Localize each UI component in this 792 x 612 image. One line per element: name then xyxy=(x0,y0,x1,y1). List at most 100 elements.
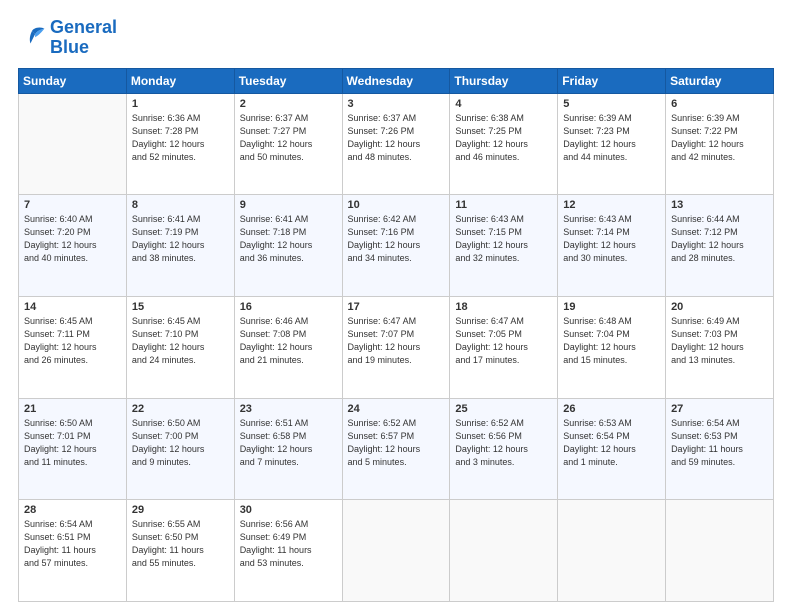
day-number: 15 xyxy=(132,301,230,313)
calendar-cell: 18 Sunrise: 6:47 AM Sunset: 7:05 PM Dayli… xyxy=(450,296,558,398)
day-number: 17 xyxy=(348,301,446,313)
day-number: 11 xyxy=(455,199,553,211)
day-number: 2 xyxy=(240,98,338,110)
day-info: Sunrise: 6:56 AM Sunset: 6:49 PM Dayligh… xyxy=(240,518,338,570)
day-number: 23 xyxy=(240,403,338,415)
calendar-cell: 4Sunrise: 6:38 AM Sunset: 7:25 PM Daylig… xyxy=(450,93,558,195)
day-number: 9 xyxy=(240,199,338,211)
weekday-header-sunday: Sunday xyxy=(19,68,127,93)
calendar-cell: 26 Sunrise: 6:53 AM Sunset: 6:54 PM Dayli… xyxy=(558,398,666,500)
day-number: 26 xyxy=(563,403,661,415)
day-number: 18 xyxy=(455,301,553,313)
calendar-cell: 9 Sunrise: 6:41 AM Sunset: 7:18 PM Daylig… xyxy=(234,195,342,297)
calendar-cell: 16 Sunrise: 6:46 AM Sunset: 7:08 PM Dayli… xyxy=(234,296,342,398)
calendar-table: SundayMondayTuesdayWednesdayThursdayFrid… xyxy=(18,68,774,602)
day-info: Sunrise: 6:37 AM Sunset: 7:27 PM Dayligh… xyxy=(240,112,338,164)
calendar-cell: 22 Sunrise: 6:50 AM Sunset: 7:00 PM Dayli… xyxy=(126,398,234,500)
day-info: Sunrise: 6:50 AM Sunset: 7:01 PM Dayligh… xyxy=(24,417,122,469)
day-info: Sunrise: 6:52 AM Sunset: 6:56 PM Dayligh… xyxy=(455,417,553,469)
logo: General Blue xyxy=(18,18,117,58)
calendar-week-row: 14Sunrise: 6:45 AM Sunset: 7:11 PM Dayli… xyxy=(19,296,774,398)
day-info: Sunrise: 6:36 AM Sunset: 7:28 PM Dayligh… xyxy=(132,112,230,164)
day-number: 14 xyxy=(24,301,122,313)
calendar-week-row: 21 Sunrise: 6:50 AM Sunset: 7:01 PM Dayli… xyxy=(19,398,774,500)
day-info: Sunrise: 6:43 AM Sunset: 7:15 PM Dayligh… xyxy=(455,213,553,265)
calendar-cell: 25 Sunrise: 6:52 AM Sunset: 6:56 PM Dayli… xyxy=(450,398,558,500)
day-number: 30 xyxy=(240,504,338,516)
calendar-cell: 8 Sunrise: 6:41 AM Sunset: 7:19 PM Daylig… xyxy=(126,195,234,297)
calendar-cell: 13Sunrise: 6:44 AM Sunset: 7:12 PM Dayli… xyxy=(666,195,774,297)
calendar-cell: 29Sunrise: 6:55 AM Sunset: 6:50 PM Dayli… xyxy=(126,500,234,602)
calendar-week-row: 28 Sunrise: 6:54 AM Sunset: 6:51 PM Dayli… xyxy=(19,500,774,602)
day-number: 8 xyxy=(132,199,230,211)
day-number: 7 xyxy=(24,199,122,211)
day-number: 10 xyxy=(348,199,446,211)
logo-bird-icon xyxy=(18,26,46,50)
day-info: Sunrise: 6:54 AM Sunset: 6:51 PM Dayligh… xyxy=(24,518,122,570)
weekday-header-friday: Friday xyxy=(558,68,666,93)
calendar-cell xyxy=(19,93,127,195)
calendar-cell: 19 Sunrise: 6:48 AM Sunset: 7:04 PM Dayli… xyxy=(558,296,666,398)
day-number: 22 xyxy=(132,403,230,415)
day-info: Sunrise: 6:51 AM Sunset: 6:58 PM Dayligh… xyxy=(240,417,338,469)
day-info: Sunrise: 6:47 AM Sunset: 7:05 PM Dayligh… xyxy=(455,315,553,367)
calendar-cell: 2 Sunrise: 6:37 AM Sunset: 7:27 PM Daylig… xyxy=(234,93,342,195)
day-info: Sunrise: 6:52 AM Sunset: 6:57 PM Dayligh… xyxy=(348,417,446,469)
weekday-header-thursday: Thursday xyxy=(450,68,558,93)
calendar-week-row: 7 Sunrise: 6:40 AM Sunset: 7:20 PM Daylig… xyxy=(19,195,774,297)
day-info: Sunrise: 6:41 AM Sunset: 7:18 PM Dayligh… xyxy=(240,213,338,265)
day-number: 6 xyxy=(671,98,769,110)
day-info: Sunrise: 6:44 AM Sunset: 7:12 PM Dayligh… xyxy=(671,213,769,265)
day-number: 12 xyxy=(563,199,661,211)
calendar-cell: 17 Sunrise: 6:47 AM Sunset: 7:07 PM Dayli… xyxy=(342,296,450,398)
day-number: 28 xyxy=(24,504,122,516)
day-number: 21 xyxy=(24,403,122,415)
calendar-cell xyxy=(450,500,558,602)
calendar-cell: 23 Sunrise: 6:51 AM Sunset: 6:58 PM Dayli… xyxy=(234,398,342,500)
weekday-header-monday: Monday xyxy=(126,68,234,93)
day-info: Sunrise: 6:48 AM Sunset: 7:04 PM Dayligh… xyxy=(563,315,661,367)
page: General Blue SundayMondayTuesdayWednesda… xyxy=(0,0,792,612)
calendar-cell: 1 Sunrise: 6:36 AM Sunset: 7:28 PM Daylig… xyxy=(126,93,234,195)
day-number: 16 xyxy=(240,301,338,313)
day-number: 25 xyxy=(455,403,553,415)
calendar-cell: 20Sunrise: 6:49 AM Sunset: 7:03 PM Dayli… xyxy=(666,296,774,398)
calendar-cell: 5Sunrise: 6:39 AM Sunset: 7:23 PM Daylig… xyxy=(558,93,666,195)
calendar-cell: 3Sunrise: 6:37 AM Sunset: 7:26 PM Daylig… xyxy=(342,93,450,195)
day-number: 1 xyxy=(132,98,230,110)
logo-text: General xyxy=(50,18,117,38)
day-number: 24 xyxy=(348,403,446,415)
day-number: 3 xyxy=(348,98,446,110)
weekday-header-row: SundayMondayTuesdayWednesdayThursdayFrid… xyxy=(19,68,774,93)
calendar-cell: 10 Sunrise: 6:42 AM Sunset: 7:16 PM Dayli… xyxy=(342,195,450,297)
calendar-cell xyxy=(342,500,450,602)
day-info: Sunrise: 6:43 AM Sunset: 7:14 PM Dayligh… xyxy=(563,213,661,265)
day-info: Sunrise: 6:39 AM Sunset: 7:22 PM Dayligh… xyxy=(671,112,769,164)
calendar-cell: 24 Sunrise: 6:52 AM Sunset: 6:57 PM Dayli… xyxy=(342,398,450,500)
calendar-week-row: 1 Sunrise: 6:36 AM Sunset: 7:28 PM Daylig… xyxy=(19,93,774,195)
day-info: Sunrise: 6:55 AM Sunset: 6:50 PM Dayligh… xyxy=(132,518,230,570)
day-info: Sunrise: 6:53 AM Sunset: 6:54 PM Dayligh… xyxy=(563,417,661,469)
weekday-header-tuesday: Tuesday xyxy=(234,68,342,93)
day-number: 20 xyxy=(671,301,769,313)
day-info: Sunrise: 6:42 AM Sunset: 7:16 PM Dayligh… xyxy=(348,213,446,265)
day-info: Sunrise: 6:39 AM Sunset: 7:23 PM Dayligh… xyxy=(563,112,661,164)
day-info: Sunrise: 6:40 AM Sunset: 7:20 PM Dayligh… xyxy=(24,213,122,265)
calendar-cell: 11 Sunrise: 6:43 AM Sunset: 7:15 PM Dayli… xyxy=(450,195,558,297)
calendar-cell: 6 Sunrise: 6:39 AM Sunset: 7:22 PM Daylig… xyxy=(666,93,774,195)
day-number: 27 xyxy=(671,403,769,415)
day-info: Sunrise: 6:47 AM Sunset: 7:07 PM Dayligh… xyxy=(348,315,446,367)
logo-text2: Blue xyxy=(50,38,117,58)
day-number: 19 xyxy=(563,301,661,313)
calendar-cell: 7 Sunrise: 6:40 AM Sunset: 7:20 PM Daylig… xyxy=(19,195,127,297)
day-info: Sunrise: 6:54 AM Sunset: 6:53 PM Dayligh… xyxy=(671,417,769,469)
calendar-cell: 15Sunrise: 6:45 AM Sunset: 7:10 PM Dayli… xyxy=(126,296,234,398)
calendar-cell xyxy=(558,500,666,602)
calendar-cell: 28 Sunrise: 6:54 AM Sunset: 6:51 PM Dayli… xyxy=(19,500,127,602)
day-info: Sunrise: 6:38 AM Sunset: 7:25 PM Dayligh… xyxy=(455,112,553,164)
day-info: Sunrise: 6:46 AM Sunset: 7:08 PM Dayligh… xyxy=(240,315,338,367)
weekday-header-wednesday: Wednesday xyxy=(342,68,450,93)
day-info: Sunrise: 6:41 AM Sunset: 7:19 PM Dayligh… xyxy=(132,213,230,265)
day-info: Sunrise: 6:50 AM Sunset: 7:00 PM Dayligh… xyxy=(132,417,230,469)
calendar-cell: 12 Sunrise: 6:43 AM Sunset: 7:14 PM Dayli… xyxy=(558,195,666,297)
